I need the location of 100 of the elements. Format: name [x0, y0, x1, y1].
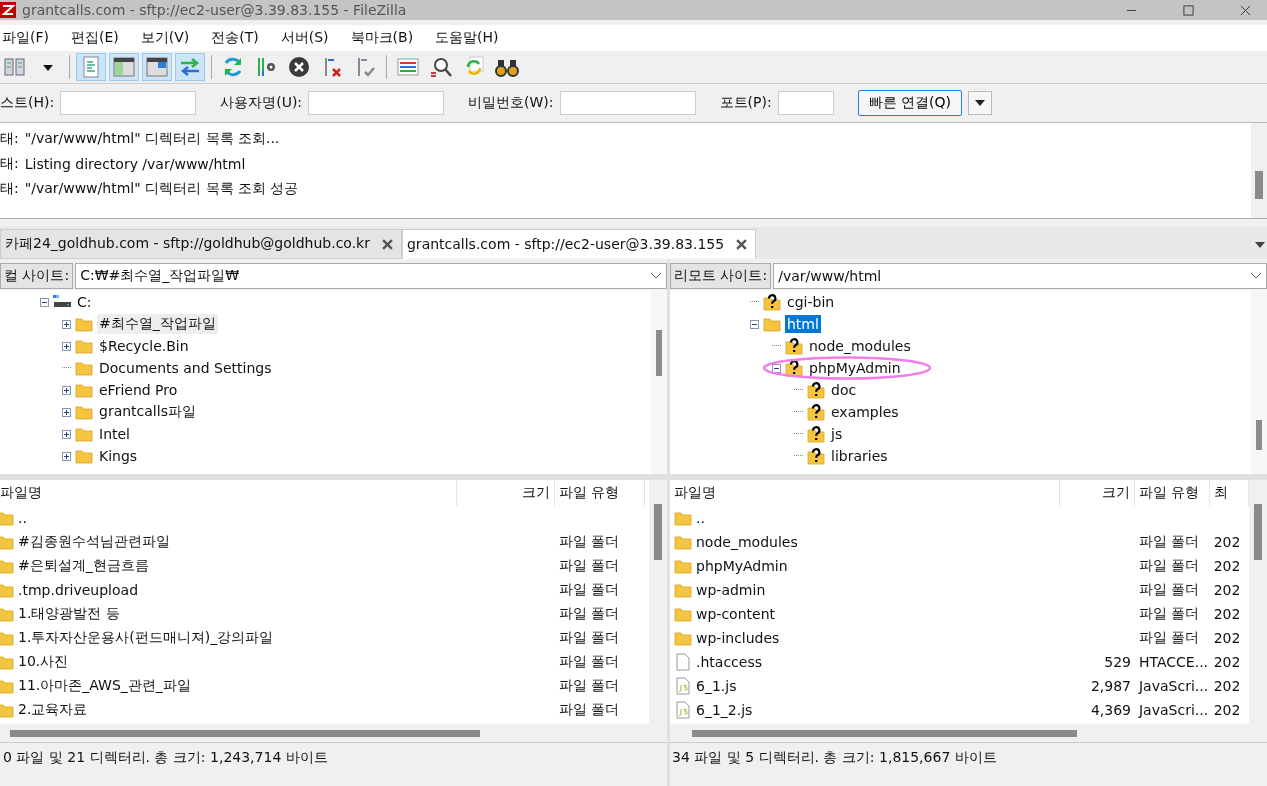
column-header[interactable]: 파일명	[670, 480, 1061, 506]
tree-item[interactable]: Kings	[97, 447, 140, 465]
tree-item[interactable]: node_modules	[807, 337, 913, 355]
file-name[interactable]: 10.사진	[18, 653, 69, 671]
close-icon[interactable]	[736, 238, 748, 250]
file-name[interactable]: 1.투자자산운용사(펀드매니져)_강의파일	[18, 629, 274, 647]
file-name[interactable]: 11.아마존_AWS_관련_파일	[18, 677, 191, 695]
server-grid-icon	[4, 58, 25, 76]
menu-item[interactable]: 보기(V)	[140, 29, 190, 47]
tree-item[interactable]: Documents and Settings	[97, 359, 274, 377]
scrollbar-thumb[interactable]	[654, 504, 662, 560]
unknown-folder-icon	[807, 403, 825, 421]
input-field[interactable]	[308, 91, 445, 115]
tree-item[interactable]: html	[785, 315, 821, 333]
menu-item[interactable]: 서버(S)	[280, 29, 329, 47]
menu-item[interactable]: 편집(E)	[71, 29, 119, 47]
modified-date: 202	[1213, 606, 1241, 622]
file-name[interactable]: 6_1.js	[696, 678, 737, 694]
caret-icon[interactable]	[1255, 242, 1265, 248]
file-type: 파일 폴더	[559, 605, 620, 623]
path-field[interactable]: C:₩#최수열_작업파일₩	[75, 263, 667, 289]
modified-date: 202	[1213, 678, 1241, 694]
scrollbar-thumb[interactable]	[1255, 171, 1263, 199]
modified-date: 202	[1213, 630, 1241, 646]
expand-icon[interactable]	[62, 319, 71, 329]
chevron-icon[interactable]	[650, 272, 662, 280]
toolbar-button[interactable]	[142, 53, 172, 81]
collapse-icon[interactable]	[772, 363, 781, 373]
file-name[interactable]: wp-includes	[696, 630, 780, 646]
unknown-folder-icon	[763, 293, 781, 311]
path-field[interactable]: /var/www/html	[773, 263, 1267, 289]
tree-item[interactable]: #최수열_작업파일	[97, 314, 218, 334]
file-name[interactable]: phpMyAdmin	[696, 558, 788, 574]
tree-item[interactable]: $Recycle.Bin	[97, 337, 191, 355]
column-header[interactable]: 파일 유형	[555, 480, 645, 506]
folder-icon	[674, 629, 692, 647]
file-name[interactable]: ..	[696, 510, 705, 526]
folder-icon	[0, 605, 14, 623]
connection-tab[interactable]: 카페24_goldhub.com - sftp://goldhub@goldhub.co.kr	[0, 229, 402, 259]
menu-item[interactable]: 도움말(H)	[435, 29, 499, 47]
file-name[interactable]: .htaccess	[696, 654, 762, 670]
tree-item[interactable]: cgi-bin	[785, 293, 837, 311]
scrollbar-thumb[interactable]	[692, 729, 1077, 737]
unknown-folder-icon	[785, 359, 803, 377]
tree-item[interactable]: libraries	[829, 447, 890, 465]
scrollbar-thumb[interactable]	[1254, 504, 1262, 560]
toolbar-button[interactable]	[109, 53, 139, 81]
expand-icon[interactable]	[62, 407, 71, 417]
column-header[interactable]: 크기	[1060, 480, 1135, 506]
folder-icon	[75, 315, 93, 333]
window-right-panel-icon	[146, 57, 168, 77]
file-type: 파일 폴더	[559, 581, 620, 599]
column-header[interactable]: 크기	[457, 480, 555, 506]
close-icon[interactable]	[382, 238, 393, 250]
expand-icon[interactable]	[62, 341, 71, 351]
modified-date: 202	[1213, 558, 1241, 574]
folder-icon	[75, 425, 93, 443]
collapse-icon[interactable]	[40, 297, 49, 307]
file-name[interactable]: 1.태양광발전 등	[18, 605, 120, 623]
connection-tab[interactable]: grantcalls.com - sftp://ec2-user@3.39.83.155	[402, 229, 757, 259]
column-header[interactable]: 파일 유형	[1134, 480, 1210, 506]
file-name[interactable]: 2.교육자료	[18, 701, 88, 719]
file-name[interactable]: #김종원수석님관련파일	[18, 533, 170, 551]
file-name[interactable]: wp-admin	[696, 582, 766, 598]
menu-item[interactable]: 전송(T)	[211, 29, 259, 47]
tree-item[interactable]: js	[829, 425, 845, 443]
expand-icon[interactable]	[62, 385, 71, 395]
collapse-icon[interactable]	[750, 319, 759, 329]
arrows-gear-icon	[258, 57, 275, 77]
tree-item[interactable]: examples	[829, 403, 901, 421]
tree-item[interactable]: doc	[829, 381, 859, 399]
scrollbar-thumb[interactable]	[10, 729, 480, 737]
field-label: 스트(H):	[0, 94, 55, 112]
menu-item[interactable]: 파일(F)	[2, 29, 49, 47]
scrollbar-thumb[interactable]	[656, 330, 662, 376]
tree-item[interactable]: C:	[75, 293, 94, 311]
tree-item[interactable]: grantcalls파일	[97, 402, 198, 422]
close-icon[interactable]	[1240, 4, 1251, 16]
file-name[interactable]: .tmp.driveupload	[18, 582, 139, 598]
menu-item[interactable]: 북마크(B)	[350, 29, 414, 47]
search-icon	[430, 58, 452, 77]
column-header[interactable]: 파일명	[0, 480, 457, 506]
scrollbar-thumb[interactable]	[1256, 420, 1262, 450]
input-field[interactable]	[60, 91, 197, 115]
input-field[interactable]	[777, 91, 834, 115]
tree-item[interactable]: Intel	[97, 425, 132, 443]
log-label: 태:	[0, 129, 19, 148]
chevron-icon[interactable]	[1250, 272, 1262, 280]
file-name[interactable]: #은퇴설계_현금흐름	[18, 557, 149, 575]
dropdown-button[interactable]	[968, 91, 993, 115]
file-name[interactable]: node_modules	[696, 534, 798, 550]
expand-icon[interactable]	[62, 429, 71, 439]
tree-item[interactable]: eFriend Pro	[97, 381, 180, 399]
file-name[interactable]: 6_1_2.js	[696, 702, 753, 718]
file-name[interactable]: ..	[18, 510, 27, 526]
input-field[interactable]	[559, 91, 696, 115]
file-name[interactable]: wp-content	[696, 606, 775, 622]
expand-icon[interactable]	[62, 451, 71, 461]
quickconnect-button[interactable]: 빠른 연결(Q)	[857, 90, 963, 116]
maximize-icon[interactable]	[1183, 4, 1194, 16]
